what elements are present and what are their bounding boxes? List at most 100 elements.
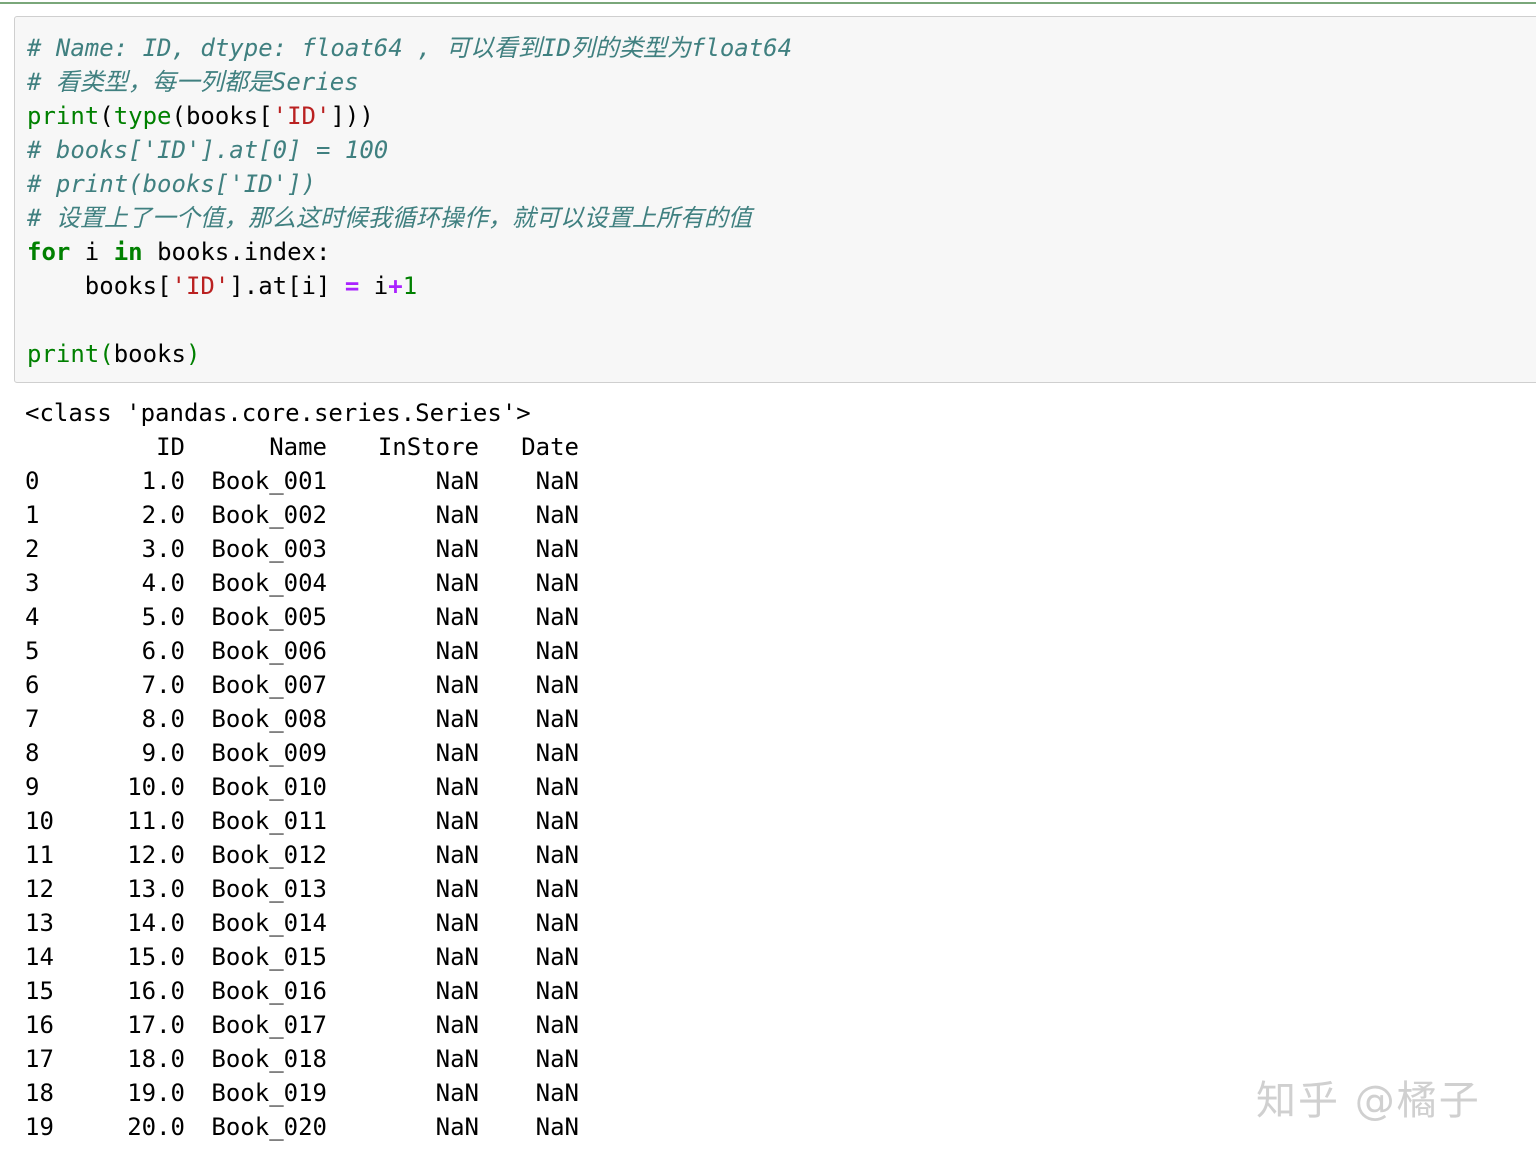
cell-date: NaN bbox=[535, 1113, 579, 1141]
cell-date: NaN bbox=[535, 773, 579, 801]
cell-id: 4.0 bbox=[141, 569, 185, 597]
row-index: 10 bbox=[25, 807, 54, 835]
cell-date: NaN bbox=[535, 1011, 579, 1039]
code-text: i bbox=[359, 272, 389, 300]
column-header-date: Date bbox=[521, 433, 579, 461]
cell-date: NaN bbox=[535, 875, 579, 903]
table-row: 5 6.0 Book_006 NaN NaN bbox=[25, 634, 579, 668]
cell-name: Book_008 bbox=[211, 705, 327, 733]
cell-instore: NaN bbox=[435, 1113, 479, 1141]
operator-assign: = bbox=[344, 272, 360, 300]
table-row: 17 18.0 Book_018 NaN NaN bbox=[25, 1042, 579, 1076]
row-index: 8 bbox=[25, 739, 40, 767]
row-index: 0 bbox=[25, 467, 40, 495]
code-line-for-loop: for i in books.index: bbox=[27, 235, 330, 269]
cell-name: Book_016 bbox=[211, 977, 327, 1005]
cell-instore: NaN bbox=[435, 705, 479, 733]
code-text: ])) bbox=[330, 102, 374, 130]
cell-date: NaN bbox=[535, 1045, 579, 1073]
code-cell-input[interactable]: # Name: ID, dtype: float64 , 可以看到ID列的类型为… bbox=[14, 16, 1536, 383]
table-row: 15 16.0 Book_016 NaN NaN bbox=[25, 974, 579, 1008]
row-index: 17 bbox=[25, 1045, 54, 1073]
row-index: 14 bbox=[25, 943, 54, 971]
cell-id: 8.0 bbox=[141, 705, 185, 733]
operator-plus: + bbox=[388, 272, 403, 300]
table-row: 13 14.0 Book_014 NaN NaN bbox=[25, 906, 579, 940]
row-index: 9 bbox=[25, 773, 40, 801]
cell-id: 6.0 bbox=[141, 637, 185, 665]
cell-date: NaN bbox=[535, 671, 579, 699]
cell-date: NaN bbox=[535, 535, 579, 563]
cell-name: Book_009 bbox=[211, 739, 327, 767]
string-literal: 'ID' bbox=[272, 102, 331, 130]
cell-instore: NaN bbox=[435, 1045, 479, 1073]
cell-date: NaN bbox=[535, 467, 579, 495]
cell-date: NaN bbox=[535, 807, 579, 835]
row-index: 6 bbox=[25, 671, 40, 699]
cell-id: 18.0 bbox=[127, 1045, 185, 1073]
cell-id: 11.0 bbox=[127, 807, 185, 835]
cell-date: NaN bbox=[535, 943, 579, 971]
row-index: 1 bbox=[25, 501, 40, 529]
cell-name: Book_011 bbox=[211, 807, 327, 835]
cell-instore: NaN bbox=[435, 977, 479, 1005]
code-text: books[ bbox=[27, 272, 172, 300]
cell-id: 20.0 bbox=[127, 1113, 185, 1141]
cell-output: <class 'pandas.core.series.Series'> ID N… bbox=[25, 396, 579, 1144]
table-row: 14 15.0 Book_015 NaN NaN bbox=[25, 940, 579, 974]
cell-name: Book_020 bbox=[211, 1113, 327, 1141]
table-row: 6 7.0 Book_007 NaN NaN bbox=[25, 668, 579, 702]
cell-id: 5.0 bbox=[141, 603, 185, 631]
cell-date: NaN bbox=[535, 977, 579, 1005]
row-index: 3 bbox=[25, 569, 40, 597]
table-row: 2 3.0 Book_003 NaN NaN bbox=[25, 532, 579, 566]
row-index: 2 bbox=[25, 535, 40, 563]
table-row: 10 11.0 Book_011 NaN NaN bbox=[25, 804, 579, 838]
builtin-print: print bbox=[27, 340, 100, 368]
row-index: 18 bbox=[25, 1079, 54, 1107]
code-comment-line: # 看类型，每一列都是Series bbox=[27, 68, 359, 96]
keyword-in: in bbox=[113, 238, 143, 266]
row-index: 5 bbox=[25, 637, 40, 665]
table-row: 1 2.0 Book_002 NaN NaN bbox=[25, 498, 579, 532]
code-line-assignment: books['ID'].at[i] = i+1 bbox=[27, 269, 417, 303]
cell-name: Book_005 bbox=[211, 603, 327, 631]
cell-date: NaN bbox=[535, 909, 579, 937]
cell-date: NaN bbox=[535, 1079, 579, 1107]
code-comment-line: # books['ID'].at[0] = 100 bbox=[27, 136, 389, 164]
number-literal: 1 bbox=[402, 272, 418, 300]
column-header-instore: InStore bbox=[377, 433, 479, 461]
code-text: ) bbox=[185, 340, 201, 368]
table-row: 3 4.0 Book_004 NaN NaN bbox=[25, 566, 579, 600]
cell-divider bbox=[0, 0, 1536, 4]
cell-instore: NaN bbox=[435, 841, 479, 869]
cell-name: Book_015 bbox=[211, 943, 327, 971]
cell-id: 10.0 bbox=[127, 773, 185, 801]
dataframe-header-row: ID Name InStore Date bbox=[25, 430, 579, 464]
cell-name: Book_007 bbox=[211, 671, 327, 699]
cell-id: 2.0 bbox=[141, 501, 185, 529]
cell-name: Book_013 bbox=[211, 875, 327, 903]
cell-id: 15.0 bbox=[127, 943, 185, 971]
code-line-print-books: print(books) bbox=[27, 337, 200, 371]
cell-id: 16.0 bbox=[127, 977, 185, 1005]
cell-instore: NaN bbox=[435, 1079, 479, 1107]
cell-date: NaN bbox=[535, 569, 579, 597]
cell-instore: NaN bbox=[435, 603, 479, 631]
cell-name: Book_017 bbox=[211, 1011, 327, 1039]
cell-name: Book_014 bbox=[211, 909, 327, 937]
string-literal: 'ID' bbox=[171, 272, 230, 300]
cell-name: Book_019 bbox=[211, 1079, 327, 1107]
cell-name: Book_002 bbox=[211, 501, 327, 529]
cell-date: NaN bbox=[535, 841, 579, 869]
cell-instore: NaN bbox=[435, 807, 479, 835]
cell-id: 1.0 bbox=[141, 467, 185, 495]
cell-instore: NaN bbox=[435, 535, 479, 563]
row-index: 11 bbox=[25, 841, 54, 869]
code-text: (books[ bbox=[171, 102, 273, 130]
code-comment-line: # 设置上了一个值，那么这时候我循环操作，就可以设置上所有的值 bbox=[27, 204, 752, 232]
table-row: 7 8.0 Book_008 NaN NaN bbox=[25, 702, 579, 736]
row-index: 13 bbox=[25, 909, 54, 937]
cell-instore: NaN bbox=[435, 501, 479, 529]
column-header-name: Name bbox=[269, 433, 327, 461]
